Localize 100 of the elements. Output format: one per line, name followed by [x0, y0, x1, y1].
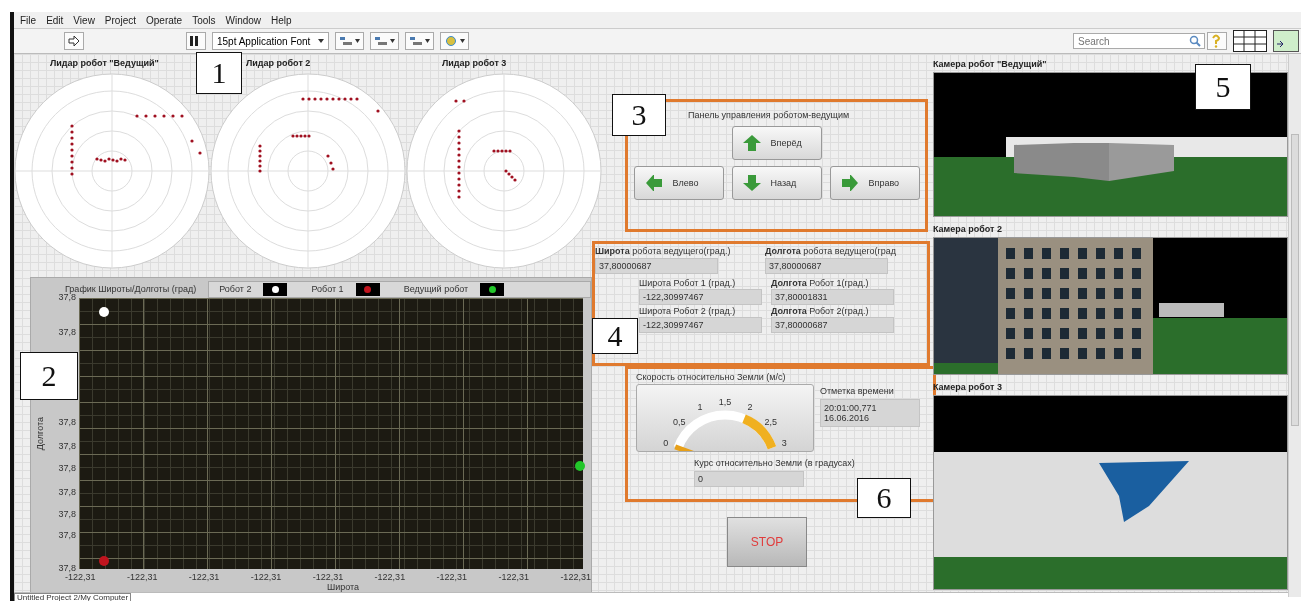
- heading-field: 0: [694, 471, 804, 487]
- caret-icon: [425, 39, 431, 43]
- lidar-title: Лидар робот 2: [245, 58, 312, 70]
- legend-label: Робот 2: [218, 284, 253, 294]
- x-tick-label: -122,31: [65, 572, 96, 582]
- help-icon: [1211, 34, 1221, 48]
- callout-number: 6: [857, 478, 911, 518]
- lidar-title: Лидар робот "Ведущий": [49, 58, 160, 70]
- arrow-icon: [742, 175, 761, 191]
- x-tick-label: -122,31: [498, 572, 529, 582]
- gauge-scale-label: 1,5: [718, 397, 732, 407]
- chart-title: График Широты/Долготы (град): [65, 284, 197, 294]
- align-icon: [339, 36, 354, 46]
- menu-item[interactable]: File: [20, 14, 37, 26]
- callout-number: 2: [20, 352, 78, 400]
- reorder-icon: [444, 36, 459, 46]
- field-label: Широта робота ведущего(град.): [595, 246, 732, 256]
- project-path: Untitled Project 2/My Computer: [14, 592, 132, 601]
- x-tick-label: -122,31: [188, 572, 220, 582]
- legend-label: Ведущий робот: [402, 284, 470, 294]
- move-button[interactable]: Влево: [633, 166, 724, 200]
- forward-button[interactable]: Вперёд: [731, 126, 822, 160]
- field-label: Долгота Робот 2(град.): [771, 306, 870, 316]
- run-arrow-icon: [68, 36, 80, 46]
- value-field: 37,80000687: [771, 317, 894, 333]
- value-field: 37,80001831: [771, 289, 894, 305]
- menu-item[interactable]: Help: [271, 14, 292, 26]
- legend-label: Робот 1: [310, 284, 345, 294]
- heading-label: Курс относительно Земли (в градусах): [694, 458, 856, 468]
- x-tick-label: -122,31: [374, 572, 406, 582]
- lidar-title: Лидар робот 3: [441, 58, 508, 70]
- field-label: Долгота Робот 1(град.): [771, 278, 870, 288]
- y-tick-label: 37,8: [58, 463, 76, 473]
- y-tick-label: 37,8: [58, 509, 76, 519]
- vertical-scrollbar[interactable]: [1288, 54, 1301, 597]
- search-icon: [1189, 35, 1201, 47]
- font-dropdown[interactable]: 15pt Application Font: [212, 32, 330, 50]
- menu-item[interactable]: Tools: [192, 14, 216, 26]
- x-tick-label: -122,31: [436, 572, 468, 582]
- resize-tool-button[interactable]: [405, 32, 435, 50]
- distribute-icon: [374, 36, 389, 46]
- arrow-icon: [840, 175, 859, 191]
- callout-number: 4: [592, 318, 638, 354]
- value-field: -122,30997467: [639, 289, 762, 305]
- menu-item[interactable]: Edit: [46, 14, 64, 26]
- x-axis-label: Широта: [326, 582, 360, 592]
- caret-icon: [355, 39, 361, 43]
- move-button[interactable]: Назад: [731, 166, 822, 200]
- run-button[interactable]: [64, 32, 84, 50]
- menu-item[interactable]: Window: [225, 14, 262, 26]
- timestamp-text: 20:01:00,771: [824, 403, 878, 413]
- x-tick-label: -122,31: [312, 572, 344, 582]
- timestamp-text: 16.06.2016: [824, 413, 871, 423]
- menu-item[interactable]: Operate: [146, 14, 183, 26]
- menu-item[interactable]: View: [73, 14, 95, 26]
- speed-title: Скорость относительно Земли (м/с): [636, 372, 787, 382]
- reorder-tool-button[interactable]: [440, 32, 470, 50]
- gauge-scale-label: 0: [663, 438, 669, 449]
- control-panel-title: Панель управления роботом-ведущим: [688, 110, 851, 120]
- arrow-icon: [644, 175, 663, 191]
- help-button[interactable]: [1207, 32, 1227, 50]
- y-tick-label: 37,8: [58, 442, 76, 452]
- field-label: Широта Робот 2 (град.): [639, 306, 737, 316]
- menu-item[interactable]: Project: [104, 14, 136, 26]
- y-tick-label: 37,8: [58, 293, 76, 302]
- camera-title: Камера робот 2: [933, 224, 1004, 236]
- callout-number: 1: [196, 52, 242, 94]
- y-tick-label: 37,8: [58, 564, 76, 573]
- gauge-scale-label: 2: [747, 402, 753, 413]
- value-field: -122,30997467: [639, 317, 762, 333]
- vi-icon[interactable]: [1273, 30, 1299, 52]
- search-field[interactable]: Search: [1073, 33, 1205, 49]
- y-tick-label: 37,8: [58, 531, 76, 541]
- x-tick-label: -122,31: [250, 572, 282, 582]
- y-axis-label: Долгота: [35, 416, 46, 451]
- resize-icon: [409, 36, 424, 46]
- align-tool-button[interactable]: [335, 32, 365, 50]
- camera-title: Камера робот "Ведущий": [933, 59, 1048, 71]
- caret-icon: [460, 39, 466, 43]
- caret-icon: [318, 39, 325, 43]
- distribute-tool-button[interactable]: [370, 32, 400, 50]
- caret-icon: [390, 39, 396, 43]
- pause-button[interactable]: [186, 32, 206, 50]
- gauge-scale-label: 3: [781, 438, 787, 449]
- value-field: 37,80000687: [765, 258, 888, 274]
- move-button[interactable]: Вправо: [829, 166, 920, 200]
- gauge-scale-label: 0,5: [672, 416, 686, 427]
- connector-pane-icon[interactable]: [1233, 30, 1267, 52]
- callout-number: 5: [1195, 64, 1251, 110]
- timestamp-label: Отметка времени: [820, 386, 895, 396]
- y-tick-label: 37,8: [58, 488, 76, 498]
- field-label: Широта Робот 1 (град.): [639, 278, 737, 288]
- gauge-scale-label: 2,5: [764, 416, 778, 427]
- y-tick-label: 37,8: [58, 417, 76, 427]
- x-tick-label: -122,31: [126, 572, 158, 582]
- field-label: Долгота робота ведущего(град: [765, 246, 898, 256]
- arrow-icon: [742, 135, 761, 151]
- x-tick-label: -122,31: [560, 572, 591, 582]
- y-tick-label: 37,8: [58, 328, 76, 338]
- callout-number: 3: [612, 94, 666, 136]
